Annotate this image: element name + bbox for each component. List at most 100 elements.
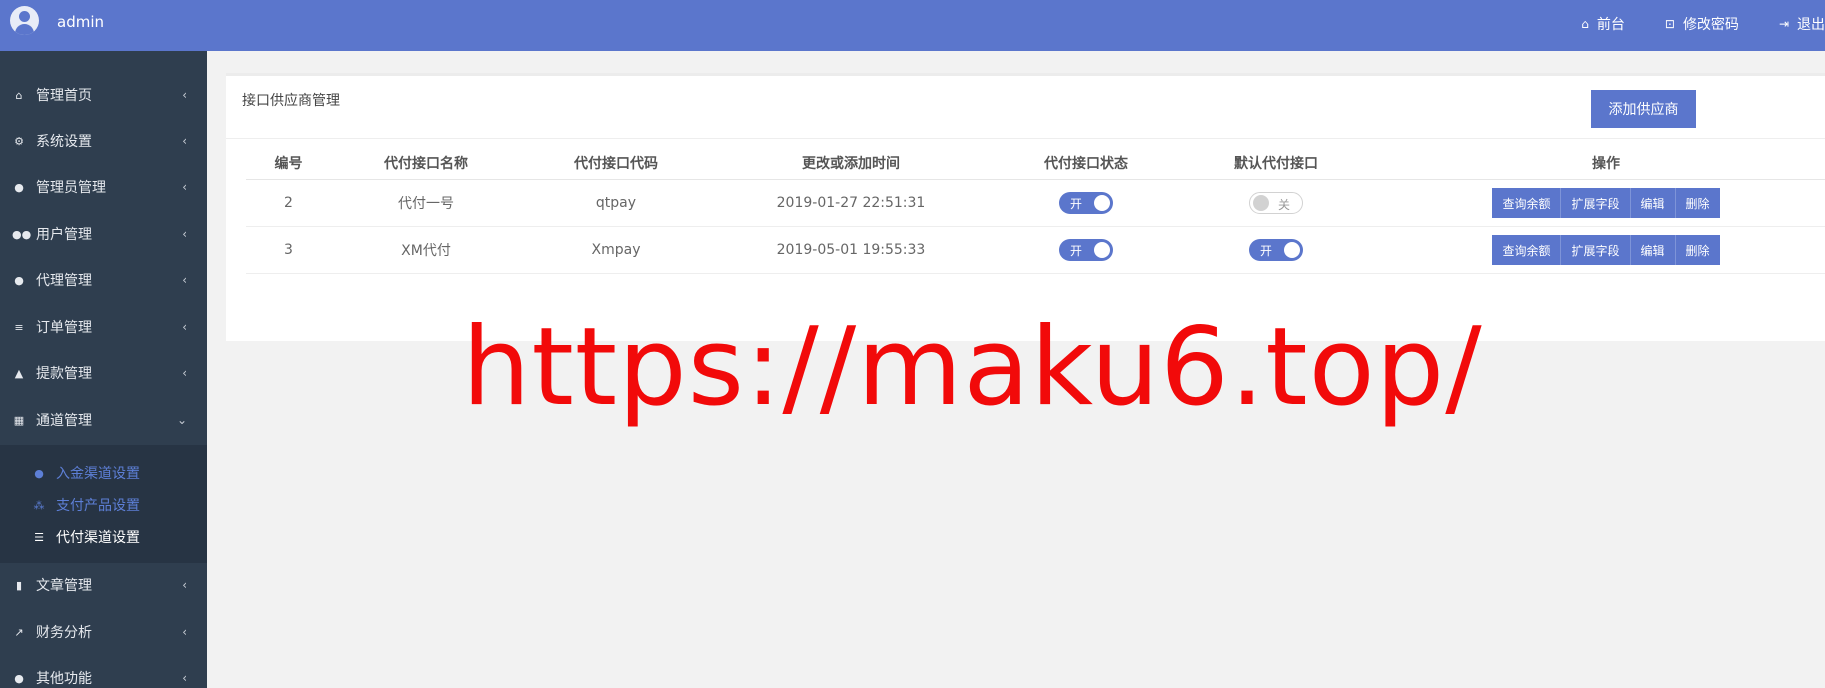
line-chart-icon: ↗ (14, 625, 24, 639)
delete-button[interactable]: 删除 (1675, 235, 1720, 265)
username: admin (57, 13, 104, 31)
user-circle-icon: ● (14, 273, 24, 287)
submenu-item-payment-products[interactable]: ⁂ 支付产品设置 (0, 491, 207, 519)
change-password-link[interactable]: ⊡ 修改密码 (1665, 14, 1739, 34)
submenu-item-label: 代付渠道设置 (56, 530, 140, 546)
cogs-icon: ⚙ (14, 134, 24, 148)
cell-id: 3 (284, 242, 293, 258)
divider (226, 138, 1825, 139)
sidebar-item-users[interactable]: ●● 用户管理 ‹ (0, 214, 207, 254)
sidebar-item-label: 财务分析 (36, 625, 92, 641)
paypal-icon: ● (34, 466, 44, 480)
sidebar-item-label: 提款管理 (36, 366, 92, 382)
submenu-item-label: 入金渠道设置 (56, 466, 140, 482)
cell-code: qtpay (595, 195, 637, 211)
chevron-left-icon: ‹ (182, 227, 187, 241)
channels-submenu: ● 入金渠道设置 ⁂ 支付产品设置 ☰ 代付渠道设置 (0, 445, 207, 563)
unlock-icon: ⊡ (1664, 17, 1675, 31)
chevron-left-icon: ‹ (182, 578, 187, 592)
table-header: 编号 代付接口名称 代付接口代码 更改或添加时间 代付接口状态 默认代付接口 操… (246, 146, 1825, 180)
sidebar-item-withdrawals[interactable]: ▲ 提款管理 ‹ (0, 353, 207, 393)
toggle-label: 开 (1070, 197, 1083, 211)
edit-button[interactable]: 编辑 (1630, 188, 1676, 218)
chevron-left-icon: ‹ (182, 273, 187, 287)
provider-table: 编号 代付接口名称 代付接口代码 更改或添加时间 代付接口状态 默认代付接口 操… (246, 146, 1825, 274)
cell-actions: 查询余额 扩展字段 编辑 删除 (1371, 180, 1825, 226)
sitemap-icon: ⁂ (33, 498, 45, 512)
action-group: 查询余额 扩展字段 编辑 删除 (1492, 188, 1720, 218)
sidebar-item-other[interactable]: ● 其他功能 ‹ (0, 658, 207, 688)
header-time: 更改或添加时间 (802, 155, 900, 172)
sidebar-item-label: 其他功能 (36, 671, 92, 687)
status-toggle[interactable]: 开 (1059, 239, 1113, 261)
cell-time: 2019-01-27 22:51:31 (776, 195, 926, 211)
edit-button[interactable]: 编辑 (1630, 235, 1676, 265)
sidebar-item-home[interactable]: ⌂ 管理首页 ‹ (0, 75, 207, 115)
table-row: 2 代付一号 qtpay 2019-01-27 22:51:31 开 关 查询余… (246, 180, 1825, 227)
sidebar-item-admins[interactable]: ● 管理员管理 ‹ (0, 167, 207, 207)
extend-fields-button[interactable]: 扩展字段 (1561, 235, 1631, 265)
sidebar-item-channels[interactable]: ▦ 通道管理 ⌄ (0, 400, 207, 440)
bank-bag-icon: ▲ (14, 366, 24, 380)
sidebar-item-system-settings[interactable]: ⚙ 系统设置 ‹ (0, 121, 207, 161)
sidebar-item-label: 用户管理 (36, 227, 92, 243)
toggle-label: 开 (1070, 244, 1083, 258)
bank-icon: ▦ (13, 413, 25, 427)
submenu-item-deposit-channels[interactable]: ● 入金渠道设置 (0, 459, 207, 487)
toggle-label: 关 (1277, 198, 1290, 212)
header-name: 代付接口名称 (384, 155, 468, 172)
delete-button[interactable]: 删除 (1675, 188, 1720, 218)
chevron-left-icon: ‹ (182, 320, 187, 334)
logout-link[interactable]: ⇥ 退出 (1779, 14, 1825, 34)
header-code: 代付接口代码 (574, 155, 658, 172)
submenu-item-label: 支付产品设置 (56, 498, 140, 514)
sidebar-item-label: 通道管理 (36, 413, 92, 429)
logout-icon: ⇥ (1778, 17, 1789, 31)
add-provider-button[interactable]: 添加供应商 (1591, 90, 1696, 128)
sidebar: ⌂ 管理首页 ‹ ⚙ 系统设置 ‹ ● 管理员管理 ‹ ●● 用户管理 ‹ ● … (0, 51, 207, 688)
sidebar-item-articles[interactable]: ▮ 文章管理 ‹ (0, 565, 207, 605)
chevron-left-icon: ‹ (182, 134, 187, 148)
sidebar-item-label: 管理员管理 (36, 180, 106, 196)
frontend-link[interactable]: ⌂ 前台 (1581, 14, 1625, 34)
chevron-left-icon: ‹ (182, 671, 187, 685)
user-circle-icon: ● (14, 180, 24, 194)
query-balance-button[interactable]: 查询余额 (1492, 235, 1562, 265)
sidebar-item-orders[interactable]: ≡ 订单管理 ‹ (0, 307, 207, 347)
sidebar-item-label: 代理管理 (36, 273, 92, 289)
panel-title: 接口供应商管理 (242, 93, 340, 109)
user-avatar-icon[interactable] (10, 6, 39, 35)
list-icon: ≡ (14, 320, 24, 334)
cell-status: 开 (991, 227, 1181, 273)
default-toggle[interactable]: 开 (1249, 239, 1303, 261)
cell-actions: 查询余额 扩展字段 编辑 删除 (1371, 227, 1825, 273)
header-id: 编号 (274, 155, 303, 172)
submenu-item-payout-channels[interactable]: ☰ 代付渠道设置 (0, 523, 207, 551)
user-circle-icon: ● (14, 671, 24, 685)
sliders-icon: ☰ (34, 530, 44, 544)
watermark-url: https://maku6.top/ (462, 305, 1483, 430)
toggle-knob (1094, 195, 1110, 211)
cell-name: XM代付 (401, 243, 451, 259)
chevron-left-icon: ‹ (182, 180, 187, 194)
top-links: ⌂ 前台 ⊡ 修改密码 ⇥ 退出 (1541, 14, 1825, 34)
header-status: 代付接口状态 (1044, 155, 1128, 172)
sidebar-item-finance[interactable]: ↗ 财务分析 ‹ (0, 612, 207, 652)
default-toggle[interactable]: 关 (1249, 192, 1303, 214)
extend-fields-button[interactable]: 扩展字段 (1561, 188, 1631, 218)
status-toggle[interactable]: 开 (1059, 192, 1113, 214)
cell-name: 代付一号 (398, 196, 454, 212)
query-balance-button[interactable]: 查询余额 (1492, 188, 1562, 218)
logout-label: 退出 (1797, 17, 1825, 33)
provider-panel: 接口供应商管理 添加供应商 编号 代付接口名称 代付接口代码 更改或添加时间 代… (226, 73, 1825, 341)
sidebar-item-agents[interactable]: ● 代理管理 ‹ (0, 260, 207, 300)
sidebar-item-label: 文章管理 (36, 578, 92, 594)
chevron-left-icon: ‹ (182, 88, 187, 102)
chevron-left-icon: ‹ (182, 366, 187, 380)
top-bar: admin ⌂ 前台 ⊡ 修改密码 ⇥ 退出 (0, 0, 1825, 51)
change-password-label: 修改密码 (1682, 17, 1739, 33)
sidebar-item-label: 管理首页 (36, 88, 92, 104)
toggle-label: 开 (1260, 244, 1273, 258)
cell-default: 关 (1181, 180, 1371, 226)
table-row: 3 XM代付 Xmpay 2019-05-01 19:55:33 开 开 查询余… (246, 227, 1825, 274)
